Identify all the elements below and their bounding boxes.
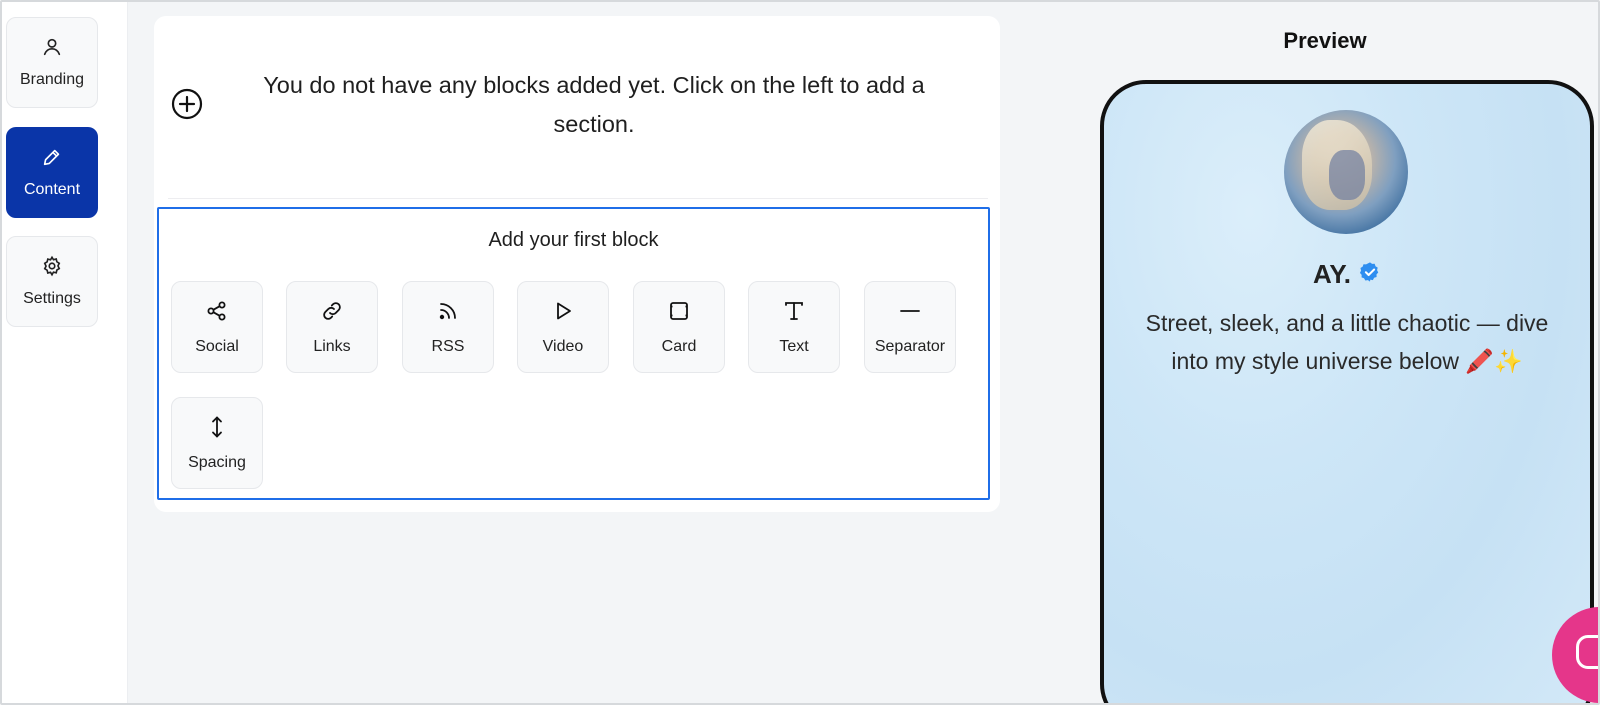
- block-label: Video: [542, 337, 584, 355]
- preview-title: Preview: [1283, 28, 1367, 53]
- sidebar-item-branding[interactable]: Branding: [6, 17, 98, 108]
- user-icon: [41, 36, 63, 63]
- block-label: RSS: [431, 337, 465, 355]
- blocks-title: Add your first block: [488, 229, 659, 251]
- block-label: Text: [779, 337, 809, 355]
- text-icon: [782, 299, 806, 328]
- share-icon: [205, 299, 229, 328]
- profile-name-row: AY.: [1104, 259, 1590, 290]
- minus-icon: [898, 299, 922, 328]
- avatar: [1284, 110, 1408, 234]
- vertical-arrows-icon: [205, 415, 229, 444]
- rss-icon: [436, 299, 460, 328]
- sidebar: Branding Content Settings: [2, 2, 128, 703]
- phone-preview: AY. Street, sleek, and a little chaotic …: [1100, 80, 1594, 703]
- chat-icon: [1576, 635, 1598, 669]
- block-spacing-button[interactable]: Spacing: [171, 397, 263, 489]
- editor-card: You do not have any blocks added yet. Cl…: [154, 16, 1000, 512]
- profile-name: AY.: [1312, 259, 1352, 289]
- block-label: Social: [195, 337, 239, 355]
- block-label: Spacing: [188, 453, 246, 471]
- sidebar-item-label: Settings: [23, 290, 81, 307]
- divider: [168, 198, 988, 199]
- play-icon: [551, 299, 575, 328]
- block-links-button[interactable]: Links: [286, 281, 378, 373]
- app-frame: Branding Content Settings You do not hav…: [0, 0, 1600, 705]
- block-video-button[interactable]: Video: [517, 281, 609, 373]
- block-card-button[interactable]: Card: [633, 281, 725, 373]
- verified-badge-icon: [1359, 261, 1381, 288]
- block-separator-button[interactable]: Separator: [864, 281, 956, 373]
- sidebar-item-label: Branding: [19, 71, 85, 88]
- add-circle-icon[interactable]: [170, 87, 204, 121]
- card-icon: [667, 299, 691, 328]
- add-blocks-panel: Add your first block Social Links RSS Vi…: [157, 207, 990, 500]
- pencil-icon: [41, 146, 63, 173]
- gear-icon: [41, 255, 63, 282]
- avatar-hand: [1329, 150, 1365, 200]
- block-label: Separator: [874, 337, 946, 355]
- empty-message: You do not have any blocks added yet. Cl…: [263, 72, 925, 137]
- sidebar-item-label: Content: [23, 181, 81, 198]
- block-text-button[interactable]: Text: [748, 281, 840, 373]
- sidebar-item-content[interactable]: Content: [6, 127, 98, 218]
- empty-state: You do not have any blocks added yet. Cl…: [154, 16, 1000, 198]
- block-social-button[interactable]: Social: [171, 281, 263, 373]
- block-rss-button[interactable]: RSS: [402, 281, 494, 373]
- link-icon: [320, 299, 344, 328]
- profile-bio: Street, sleek, and a little chaotic — di…: [1145, 310, 1549, 374]
- block-label: Card: [661, 337, 697, 355]
- block-label: Links: [313, 337, 351, 355]
- sidebar-item-settings[interactable]: Settings: [6, 236, 98, 327]
